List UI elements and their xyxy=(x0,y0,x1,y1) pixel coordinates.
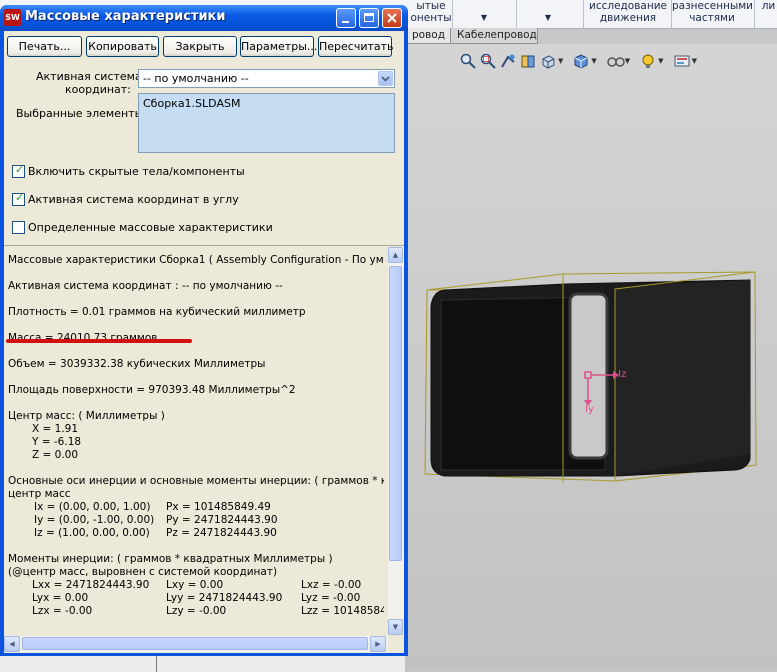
maximize-icon xyxy=(364,13,374,22)
maximize-button[interactable] xyxy=(359,8,379,28)
selected-items-list[interactable]: Сборка1.SLDASM xyxy=(138,93,395,153)
dropdown-arrow-icon: ▼ xyxy=(480,13,488,22)
close-window-button[interactable] xyxy=(382,8,402,28)
triad-iz-label: Iz xyxy=(618,369,627,380)
results-px: Px = 101485849.49 xyxy=(166,501,271,513)
results-pz: Pz = 2471824443.90 xyxy=(166,527,277,539)
coord-corner-label: Активная система координат в углу xyxy=(28,193,239,206)
cmd-motion-study[interactable]: исследование движения xyxy=(586,0,670,28)
list-item[interactable]: Сборка1.SLDASM xyxy=(143,97,240,110)
coord-system-select[interactable]: -- по умолчанию -- xyxy=(138,69,395,88)
results-text[interactable]: Массовые характеристики Сборка1 ( Assemb… xyxy=(4,246,384,630)
results-principal-axes: Основные оси инерции и основные моменты … xyxy=(8,475,384,487)
results-lyy: Lyy = 2471824443.90 xyxy=(166,592,283,604)
graphics-viewport[interactable]: ▼ ▼ ▼ ▼ ▼ Iz Iy xyxy=(405,44,777,671)
results-lzz: Lzz = 101485849 xyxy=(301,605,384,617)
mass-properties-dialog: SW Массовые характеристики Печать... Коп… xyxy=(0,5,408,656)
minimize-button[interactable] xyxy=(336,8,356,28)
copy-button[interactable]: Копировать xyxy=(86,36,159,57)
title-bar[interactable]: SW Массовые характеристики xyxy=(0,5,408,31)
results-surface-area: Площадь поверхности = 970393.48 Миллимет… xyxy=(8,384,296,396)
red-underline-annotation xyxy=(6,339,192,343)
results-density: Плотность = 0.01 граммов на кубический м… xyxy=(8,306,306,318)
close-icon xyxy=(387,13,397,23)
results-iz: Iz = (1.00, 0.00, 0.00) xyxy=(34,527,150,539)
scroll-thumb[interactable] xyxy=(22,637,368,650)
coord-system-label-line2: координат: xyxy=(65,83,131,96)
tab-piping[interactable]: ровод xyxy=(405,28,453,44)
results-lyx: Lyx = 0.00 xyxy=(32,592,89,604)
results-panel: Массовые характеристики Сборка1 ( Assemb… xyxy=(4,245,404,654)
separator xyxy=(516,0,517,28)
print-button[interactable]: Печать... xyxy=(7,36,82,57)
chevron-down-icon xyxy=(381,76,390,82)
coord-system-label-line1: Активная система xyxy=(36,70,142,83)
minimize-icon xyxy=(342,21,349,23)
results-principal-axes-2: центр масс xyxy=(8,488,71,500)
cmd-label: движения xyxy=(599,12,657,24)
dropdown-button[interactable] xyxy=(378,71,393,86)
scroll-left-button[interactable]: ◀ xyxy=(4,636,20,652)
cmd-label: частями xyxy=(689,12,735,24)
separator xyxy=(754,0,755,28)
results-center-of-mass: Центр масс: ( Миллиметры ) xyxy=(8,410,165,422)
include-hidden-label: Включить скрытые тела/компоненты xyxy=(28,165,245,178)
solidworks-logo-icon: SW xyxy=(4,9,21,26)
results-lxz: Lxz = -0.00 xyxy=(301,579,362,591)
results-cm-y: Y = -6.18 xyxy=(32,436,82,448)
results-lzx: Lzx = -0.00 xyxy=(32,605,93,617)
results-lxy: Lxy = 0.00 xyxy=(166,579,224,591)
results-iy: Iy = (0.00, -1.00, 0.00) xyxy=(34,514,155,526)
scroll-up-button[interactable]: ▲ xyxy=(388,247,403,263)
results-coord-system: Активная система координат : -- по умолч… xyxy=(8,280,283,292)
cmd-label: ытые xyxy=(416,0,446,12)
cmd-label: ли xyxy=(761,0,776,12)
results-ix: Ix = (0.00, 0.00, 1.00) xyxy=(34,501,151,513)
override-mass-label: Определенные массовые характеристики xyxy=(28,221,273,234)
separator xyxy=(452,0,453,28)
coord-corner-checkbox[interactable]: ✓ xyxy=(12,191,25,206)
results-moments: Моменты инерции: ( граммов * квадратных … xyxy=(8,553,333,565)
cmd-exploded-view[interactable]: разнесенными частями xyxy=(672,0,752,28)
selected-items-label: Выбранные элементы: xyxy=(16,107,147,120)
scroll-down-button[interactable]: ▼ xyxy=(388,619,403,635)
cmd-dropdown-2[interactable]: ▼ xyxy=(522,0,574,28)
close-button[interactable]: Закрыть xyxy=(163,36,237,57)
results-moments-2: (@центр масс, выровнен с системой коорди… xyxy=(8,566,278,578)
vertical-scrollbar[interactable]: ▲ ▼ xyxy=(388,247,404,635)
cmd-partial[interactable]: ли xyxy=(760,0,777,28)
results-lzy: Lzy = -0.00 xyxy=(166,605,227,617)
override-mass-checkbox[interactable] xyxy=(12,221,25,234)
checkmark-icon: ✓ xyxy=(15,191,25,204)
triad-iy-label: Iy xyxy=(585,404,594,415)
results-cm-x: X = 1.91 xyxy=(32,423,79,435)
dialog-title: Массовые характеристики xyxy=(25,9,226,24)
results-volume: Объем = 3039332.38 кубических Миллиметры xyxy=(8,358,266,370)
dropdown-arrow-icon: ▼ xyxy=(544,13,552,22)
results-lxx: Lxx = 2471824443.90 xyxy=(32,579,150,591)
cmd-label: разнесенными xyxy=(672,0,752,12)
include-hidden-checkbox[interactable]: ✓ xyxy=(12,163,25,178)
cmd-label: оненты xyxy=(410,12,452,24)
scroll-thumb[interactable] xyxy=(389,266,402,561)
results-lyz: Lyz = -0.00 xyxy=(301,592,361,604)
cmd-hidden-components[interactable]: ытые оненты xyxy=(407,0,455,28)
scroll-right-button[interactable]: ▶ xyxy=(370,636,386,652)
results-cm-z: Z = 0.00 xyxy=(32,449,79,461)
tab-conduit[interactable]: Кабелепровод xyxy=(450,28,538,44)
model-3d[interactable] xyxy=(405,44,777,671)
cmd-label: исследование xyxy=(589,0,667,12)
checkmark-icon: ✓ xyxy=(15,163,25,176)
horizontal-scrollbar[interactable]: ◀ ▶ xyxy=(4,636,388,652)
results-header: Массовые характеристики Сборка1 ( Assemb… xyxy=(8,254,384,266)
recalculate-button[interactable]: Пересчитать xyxy=(318,36,394,57)
separator xyxy=(583,0,584,28)
coord-system-value: -- по умолчанию -- xyxy=(143,72,249,85)
options-button[interactable]: Параметры... xyxy=(240,36,317,57)
results-py: Py = 2471824443.90 xyxy=(166,514,278,526)
cmd-dropdown-1[interactable]: ▼ xyxy=(458,0,510,28)
